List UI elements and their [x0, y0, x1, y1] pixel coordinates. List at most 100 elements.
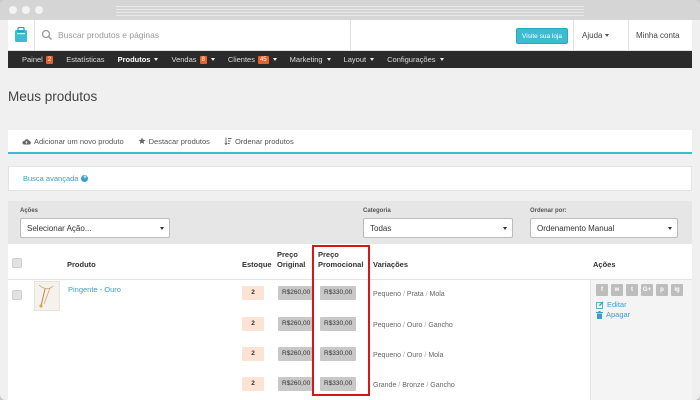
account-label: Minha conta [636, 31, 680, 40]
column-header-preco-promocional: Preço Promocional [318, 250, 363, 270]
nav-item-painel[interactable]: Painel 2 [22, 55, 54, 64]
column-header-acoes: Ações [593, 260, 616, 269]
nav-label: Layout [343, 55, 367, 64]
variation-material: Bronze [402, 382, 425, 389]
actions-filter-label: Ações [20, 208, 39, 214]
notification-badge: 2 [45, 55, 54, 64]
table-row: 2 R$260,00 R$330,00 Pequeno / Ouro / Gan… [8, 310, 692, 340]
table-header: Produto Estoque Preço Original Preço Pro… [8, 244, 692, 280]
column-header-produto: Produto [67, 260, 96, 269]
variation-text: Pequeno / Ouro / Mola [373, 352, 444, 359]
edit-product-link[interactable]: Editar [596, 300, 627, 309]
help-menu[interactable]: Ajuda [582, 31, 610, 40]
product-actions-bar: Adicionar um novo produto Destacar produ… [8, 130, 692, 154]
nav-label: Configurações [387, 55, 436, 64]
chevron-down-icon [326, 58, 331, 61]
highlight-products-link[interactable]: Destacar produtos [138, 137, 210, 146]
delete-label: Apagar [606, 310, 631, 319]
bulk-action-select[interactable]: Selecionar Ação... [20, 218, 170, 238]
promotional-price: R$330,00 [320, 317, 357, 331]
nav-item-marketing[interactable]: Marketing [290, 55, 331, 64]
facebook-icon[interactable]: f [596, 284, 608, 296]
star-icon [138, 137, 146, 144]
nav-item-vendas[interactable]: Vendas 8 [171, 55, 215, 64]
variation-clasp: Mola [428, 352, 444, 359]
table-row: 2 R$260,00 R$330,00 Pequeno / Ouro / Mol… [8, 340, 692, 370]
nav-item-produtos[interactable]: Produtos [118, 55, 159, 64]
pinterest-icon[interactable]: p [656, 284, 668, 296]
variation-size: Pequeno [373, 352, 402, 359]
nav-item-configuracoes[interactable]: Configurações [387, 55, 444, 64]
nav-item-estatisticas[interactable]: Estatísticas [66, 55, 104, 64]
window-minimize-dot[interactable] [22, 6, 30, 14]
titlebar-grip-line [116, 9, 584, 10]
column-header-preco-original: Preço Original [277, 250, 305, 270]
product-name-link[interactable]: Pingente - Ouro [68, 285, 121, 294]
account-menu[interactable]: Minha conta [636, 31, 680, 40]
table-row: Pingente - Ouro 2 R$260,00 R$330,00 Pequ… [8, 280, 692, 311]
chevron-down-icon [439, 58, 444, 61]
help-label: Ajuda [582, 31, 603, 40]
nav-item-layout[interactable]: Layout [344, 55, 375, 64]
advanced-search-panel: Busca avançada + [8, 166, 692, 191]
delete-product-link[interactable]: Apagar [596, 310, 630, 319]
chevron-down-icon [668, 227, 672, 230]
chevron-down-icon [605, 34, 610, 37]
instagram-icon[interactable]: ig [671, 284, 683, 296]
whatsapp-icon[interactable]: w [611, 284, 623, 296]
sort-icon [224, 137, 232, 145]
variation-text: Pequeno / Prata / Mola [373, 291, 445, 298]
sort-value: Ordenamento Manual [537, 223, 615, 233]
stock-value: 2 [242, 317, 264, 331]
store-logo-icon[interactable] [10, 24, 32, 46]
advanced-search-toggle[interactable]: Busca avançada + [23, 174, 89, 183]
window-close-dot[interactable] [9, 6, 17, 14]
stock-value: 2 [242, 286, 264, 300]
header-line: Preço [318, 250, 339, 259]
variation-material: Ouro [406, 352, 423, 359]
trash-icon [596, 310, 603, 319]
twitter-icon[interactable]: t [626, 284, 638, 296]
titlebar-grip-line [116, 12, 584, 13]
sort-filter-label: Ordenar por: [530, 208, 567, 214]
share-buttons: f w t G+ p ig [596, 284, 683, 296]
add-product-link[interactable]: Adicionar um novo produto [22, 137, 124, 146]
header-line: Preço [277, 250, 298, 259]
visit-store-button[interactable]: Visite sua loja [516, 28, 568, 44]
nav-item-clientes[interactable]: Clientes 45 [228, 55, 277, 64]
page-title: Meus produtos [8, 89, 98, 104]
notification-badge: 8 [199, 55, 207, 64]
table-row: 2 R$260,00 R$330,00 Grande / Bronze / Ga… [8, 370, 692, 400]
stock-value: 2 [242, 377, 264, 391]
nav-label: Produtos [117, 55, 151, 64]
edit-label: Editar [607, 300, 627, 309]
promotional-price: R$330,00 [320, 347, 357, 361]
category-filter-label: Categoria [363, 208, 391, 214]
original-price: R$260,00 [278, 347, 315, 361]
nav-label: Marketing [289, 55, 323, 64]
main-nav: Painel 2 Estatísticas Produtos Vendas 8 … [8, 51, 692, 68]
titlebar-grip-line [116, 15, 584, 16]
google-plus-icon[interactable]: G+ [641, 284, 653, 296]
sort-select[interactable]: Ordenamento Manual [530, 218, 678, 238]
window-maximize-dot[interactable] [35, 6, 43, 14]
original-price: R$260,00 [278, 377, 315, 391]
variation-material: Prata [406, 291, 424, 298]
search-input[interactable] [58, 27, 338, 43]
bulk-action-value: Selecionar Ação... [27, 223, 92, 233]
variation-text: Pequeno / Ouro / Gancho [373, 322, 453, 329]
product-thumbnail[interactable] [34, 281, 60, 311]
chevron-down-icon [154, 58, 159, 61]
variation-clasp: Gancho [428, 322, 453, 329]
chevron-down-icon [272, 58, 277, 61]
row-checkbox[interactable] [12, 290, 22, 300]
search-icon [41, 29, 53, 41]
filter-bar: Ações Selecionar Ação... Categoria Todas… [8, 201, 692, 244]
nav-label: Painel [22, 55, 43, 64]
nav-label: Clientes [227, 55, 255, 64]
topbar-divider [34, 20, 35, 51]
order-products-link[interactable]: Ordenar produtos [224, 137, 294, 146]
variation-size: Pequeno [373, 291, 402, 298]
select-all-checkbox[interactable] [12, 258, 22, 268]
category-select[interactable]: Todas [363, 218, 513, 238]
